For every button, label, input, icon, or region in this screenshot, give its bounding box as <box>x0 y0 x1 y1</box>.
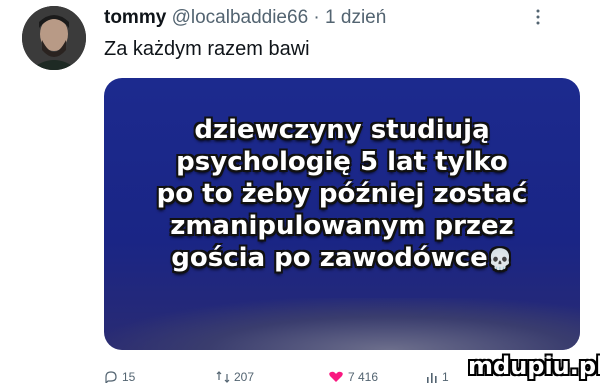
tweet-header: tommy @localbaddie66 · 1 dzień <box>104 6 386 30</box>
media-caption: dziewczyny studiują psychologię 5 lat ty… <box>104 114 580 275</box>
retweet-icon <box>216 371 230 383</box>
tweet-media[interactable]: dziewczyny studiują psychologię 5 lat ty… <box>104 78 580 350</box>
caption-line: psychologię 5 lat tylko <box>176 147 508 177</box>
more-icon[interactable] <box>535 8 545 26</box>
avatar[interactable] <box>22 6 86 70</box>
caption-line: po to żeby później zostać <box>156 179 528 209</box>
caption-line: gościa po zawodówce💀 <box>104 242 580 275</box>
caption-line: zmanipulowanym przez <box>170 211 514 241</box>
separator: · <box>313 7 320 28</box>
more-dots-icon <box>536 9 540 25</box>
reply-icon <box>105 371 117 383</box>
tweet-time[interactable]: 1 dzień <box>325 7 386 28</box>
avatar-image <box>22 6 86 70</box>
watermark: mdupiu.pl <box>468 350 600 382</box>
caption-line-text: gościa po zawodówce <box>171 243 488 273</box>
author-handle[interactable]: @localbaddie66 <box>172 7 309 28</box>
author-name[interactable]: tommy <box>104 7 166 28</box>
caption-line: dziewczyny studiują <box>194 115 490 145</box>
skull-icon: 💀 <box>487 247 513 271</box>
views-icon <box>427 373 437 383</box>
tweet-text: Za każdym razem bawi <box>104 38 310 60</box>
media-photo-bottom <box>104 298 580 350</box>
heart-icon <box>329 371 343 382</box>
